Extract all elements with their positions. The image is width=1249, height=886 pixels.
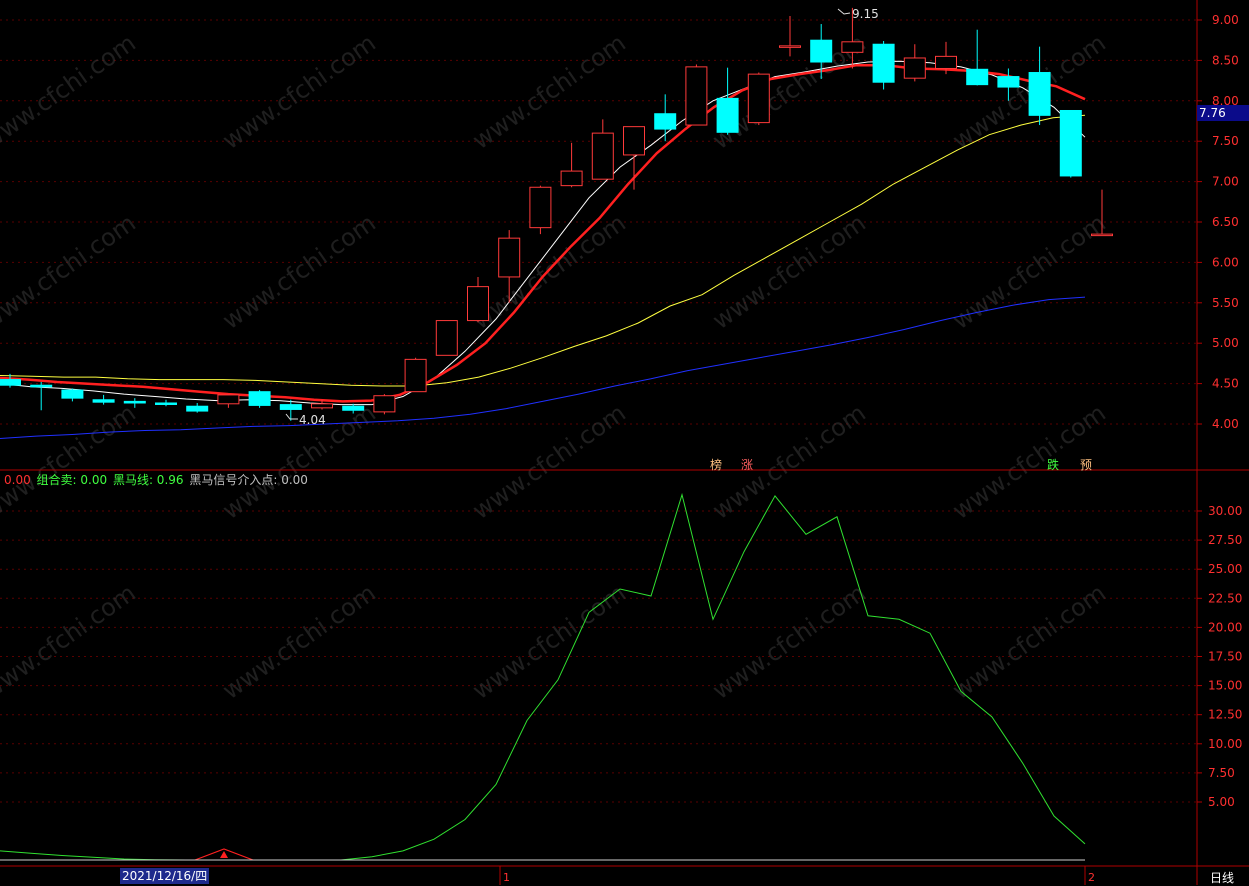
candle-body	[373, 395, 396, 413]
price-tick-label: 5.50	[1212, 296, 1239, 310]
watermark-text: www.cfchi.com	[707, 399, 870, 525]
watermark-text: www.cfchi.com	[0, 579, 141, 705]
high-annotation-arrow	[837, 8, 851, 15]
candle-body	[623, 126, 645, 156]
candle-body	[716, 97, 739, 133]
legend-item: 0.00	[4, 473, 31, 487]
last-price-label: 7.76	[1197, 105, 1249, 121]
indicator-tick-label: 25.00	[1208, 562, 1242, 576]
candle-body	[92, 399, 115, 403]
candle-body	[903, 57, 926, 79]
candle-body	[591, 132, 614, 180]
signal-tag: 预	[1080, 458, 1093, 472]
candle-body	[841, 41, 864, 53]
price-tick-label: 5.00	[1212, 336, 1239, 350]
watermark-text: www.cfchi.com	[217, 579, 380, 705]
candle-body	[311, 403, 333, 409]
candle-body	[1059, 109, 1082, 177]
watermark-text: www.cfchi.com	[0, 399, 141, 525]
candle-body	[747, 73, 770, 124]
price-axis: 9.008.508.007.507.006.506.005.505.004.50…	[1197, 13, 1239, 431]
signal-tag: 榜	[710, 458, 723, 472]
candle-body	[1028, 72, 1051, 116]
watermark-text: www.cfchi.com	[947, 209, 1110, 335]
moving-average-line	[0, 296, 1086, 439]
watermark-text: www.cfchi.com	[707, 209, 870, 335]
candle-body	[404, 358, 427, 393]
legend-item: 组合卖: 0.00	[36, 473, 108, 487]
candle-body	[779, 45, 801, 48]
candle-body	[342, 405, 365, 411]
watermark-text: www.cfchi.com	[217, 29, 380, 155]
candle-body	[30, 384, 53, 388]
candle-body	[654, 113, 677, 130]
cursor-date-label: 2021/12/16/四	[120, 868, 210, 884]
candle-body	[810, 39, 833, 63]
moving-average-lines	[0, 60, 1086, 439]
price-tick-label: 4.50	[1212, 377, 1239, 391]
low-annotation-arrow	[285, 413, 298, 420]
legend-item: 黑马信号介入点: 0.00	[189, 473, 308, 487]
indicator-tick-label: 15.00	[1208, 679, 1242, 693]
indicator-tick-label: 30.00	[1208, 504, 1242, 518]
indicator-tick-label: 7.50	[1208, 766, 1235, 780]
watermark-layer: www.cfchi.com www.cfchi.com www.cfchi.com w…	[0, 29, 1111, 705]
indicator-series	[0, 492, 1086, 861]
indicator-legend: 0.00 组合卖: 0.00 黑马线: 0.96 黑马信号介入点: 0.00	[4, 471, 310, 488]
indicator-tick-label: 20.00	[1208, 620, 1242, 634]
signal-tag: 涨	[741, 458, 754, 472]
price-tick-label: 4.00	[1212, 417, 1239, 431]
candle-body	[1091, 233, 1113, 237]
price-tick-label: 9.00	[1212, 13, 1239, 27]
candle-body	[685, 66, 708, 126]
watermark-text: www.cfchi.com	[217, 209, 380, 335]
black-horse-line	[0, 492, 1086, 861]
candle-body	[186, 405, 209, 412]
high-price-annotation: 9.15	[852, 7, 879, 21]
candle-body	[248, 391, 271, 406]
indicator-axis: 30.00 27.50 25.00 22.50 20.00 17.50 15.00 12.50…	[1197, 504, 1242, 809]
signal-up-arrow-icon	[220, 851, 228, 858]
indicator-tick-label: 27.50	[1208, 533, 1242, 547]
watermark-text: www.cfchi.com	[467, 399, 630, 525]
watermark-text: www.cfchi.com	[0, 209, 141, 335]
candle-body	[155, 402, 177, 405]
watermark-text: www.cfchi.com	[0, 29, 141, 155]
candle-body	[498, 237, 521, 278]
candle-body	[435, 320, 458, 356]
indicator-tick-label: 22.50	[1208, 591, 1242, 605]
indicator-tick-label: 17.50	[1208, 650, 1242, 664]
candle-body	[529, 186, 552, 229]
low-price-annotation: 4.04	[299, 413, 326, 427]
candle-body	[0, 379, 21, 386]
candle-body	[966, 68, 989, 86]
candle-body	[279, 404, 302, 410]
price-tick-label: 6.50	[1212, 215, 1239, 229]
legend-item: 黑马线: 0.96	[112, 473, 184, 487]
signal-tag: 跌	[1047, 458, 1060, 472]
candle-body	[872, 43, 895, 83]
period-label[interactable]: 日线	[1210, 869, 1234, 886]
indicator-tick-label: 12.50	[1208, 708, 1242, 722]
moving-average-line	[0, 63, 1086, 403]
price-tick-label: 6.00	[1212, 255, 1239, 269]
candle-body	[61, 389, 84, 399]
x-tick-label: 2	[1088, 871, 1095, 884]
price-tick-label: 7.00	[1212, 175, 1239, 189]
candle-body	[935, 55, 957, 69]
x-tick-label: 1	[503, 871, 510, 884]
candle-body	[123, 400, 146, 404]
candle-body	[217, 394, 240, 405]
indicator-tick-label: 10.00	[1208, 737, 1242, 751]
candle-body	[560, 170, 583, 187]
chart-canvas[interactable]: www.cfchi.com www.cfchi.com www.cfchi.com w…	[0, 0, 1249, 885]
candle-body	[997, 76, 1020, 88]
price-tick-label: 8.50	[1212, 53, 1239, 67]
price-tick-label: 7.50	[1212, 134, 1239, 148]
candle-body	[467, 286, 489, 322]
indicator-tick-label: 5.00	[1208, 795, 1235, 809]
moving-average-line	[0, 114, 1086, 387]
